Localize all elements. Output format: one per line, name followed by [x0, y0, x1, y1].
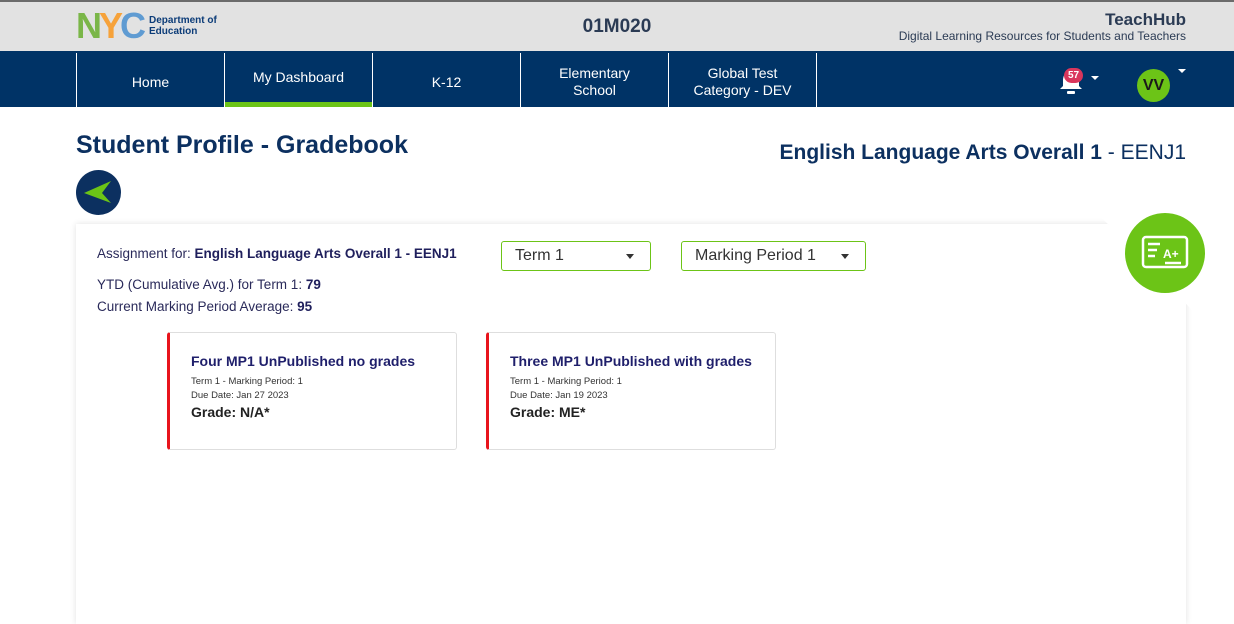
notification-count-badge: 57 [1064, 68, 1083, 83]
nav-item-k-12[interactable]: K-12 [373, 53, 521, 107]
course-name: English Language Arts Overall 1 [779, 141, 1102, 164]
assignment-title: Three MP1 UnPublished with grades [510, 353, 752, 369]
assignment-card[interactable]: Three MP1 UnPublished with grades Term 1 … [486, 332, 776, 450]
back-button[interactable] [76, 170, 121, 215]
ytd-label: YTD (Cumulative Avg.) for Term 1: [97, 277, 306, 292]
svg-text:A+: A+ [1163, 247, 1179, 261]
brand: TeachHub Digital Learning Resources for … [899, 10, 1186, 44]
nav-items: Home My Dashboard K-12 Elementary School Glo… [76, 53, 817, 107]
main-nav: Home My Dashboard K-12 Elementary School Glo… [0, 51, 1234, 107]
assignment-due-date: Due Date: Jan 19 2023 [510, 390, 608, 401]
mp-average-line: Current Marking Period Average: 95 [97, 299, 312, 314]
user-menu-caret-icon[interactable] [1178, 69, 1186, 73]
gradebook-a-plus-icon: A+ [1141, 235, 1189, 269]
nav-item-label: K-12 [431, 73, 462, 90]
mp-average-value: 95 [297, 299, 313, 314]
assignment-for-value: English Language Arts Overall 1 - EENJ1 [194, 246, 457, 261]
term-select-value: Term 1 [515, 247, 564, 264]
gradebook-badge[interactable]: A+ [1125, 213, 1205, 293]
notifications-caret-icon[interactable] [1091, 76, 1099, 80]
course-title: English Language Arts Overall 1 - EENJ1 [779, 141, 1186, 165]
nav-item-global-test-category-dev[interactable]: Global Test Category - DEV [669, 53, 817, 107]
nav-item-my-dashboard[interactable]: My Dashboard [225, 53, 373, 107]
assignment-card[interactable]: Four MP1 UnPublished no grades Term 1 - M… [167, 332, 457, 450]
notifications-button[interactable]: 57 [1058, 67, 1084, 95]
course-separator: - [1101, 141, 1121, 164]
assignment-title: Four MP1 UnPublished no grades [191, 353, 416, 369]
course-code: EENJ1 [1120, 141, 1186, 164]
nav-item-label: Global Test Category - DEV [693, 65, 792, 98]
marking-period-select[interactable]: Marking Period 1 [681, 241, 866, 271]
assignment-due-date: Due Date: Jan 27 2023 [191, 390, 289, 401]
assignment-grade: Grade: N/A* [191, 404, 270, 420]
assignment-for-label: Assignment for: [97, 246, 195, 261]
user-avatar[interactable]: VV [1137, 69, 1170, 102]
ytd-line: YTD (Cumulative Avg.) for Term 1: 79 [97, 277, 321, 292]
brand-subtitle: Digital Learning Resources for Students … [898, 29, 1186, 43]
nav-item-home[interactable]: Home [77, 53, 225, 107]
assignment-grade: Grade: ME* [510, 404, 586, 420]
assignment-for-line: Assignment for: English Language Arts Ov… [97, 246, 457, 261]
nav-item-label: My Dashboard [252, 69, 345, 85]
nav-item-label: Elementary School [559, 65, 630, 98]
mp-average-label: Current Marking Period Average: [97, 299, 298, 314]
brand-title: TeachHub [1105, 10, 1186, 29]
term-select[interactable]: Term 1 [501, 241, 651, 271]
nav-item-elementary-school[interactable]: Elementary School [521, 53, 669, 107]
marking-period-caret-icon [841, 254, 849, 259]
term-select-caret-icon [626, 254, 634, 259]
assignment-term: Term 1 - Marking Period: 1 [510, 376, 622, 387]
page-title: Student Profile - Gradebook [76, 131, 408, 159]
nav-item-label: Home [131, 73, 170, 90]
arrow-left-icon [84, 181, 111, 203]
ytd-value: 79 [305, 277, 321, 292]
marking-period-select-value: Marking Period 1 [695, 247, 816, 264]
top-header: N Y C Department of Education 01M020 Tea… [0, 0, 1234, 51]
assignment-term: Term 1 - Marking Period: 1 [191, 376, 303, 387]
